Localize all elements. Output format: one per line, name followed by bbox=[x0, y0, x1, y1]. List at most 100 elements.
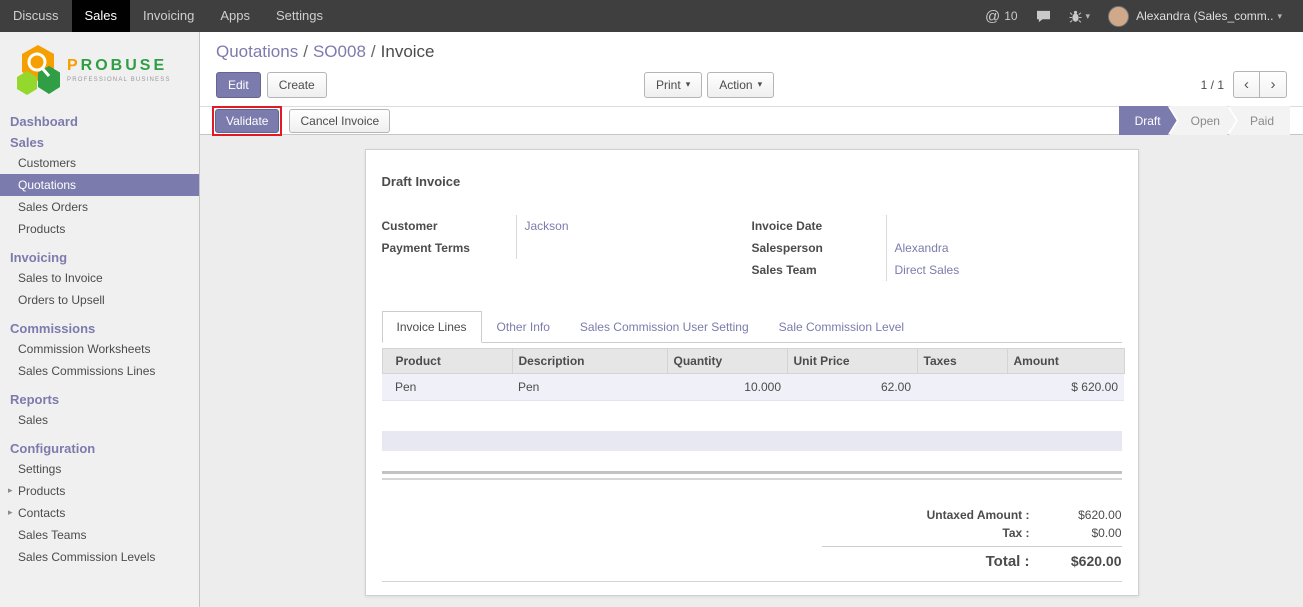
untaxed-amount-label: Untaxed Amount : bbox=[927, 508, 1030, 522]
sidebar-item-config-products[interactable]: ▸ Products bbox=[0, 480, 199, 502]
column-header-unit-price[interactable]: Unit Price bbox=[787, 349, 917, 374]
logo-subtitle: PROFESSIONAL BUSINESS bbox=[67, 77, 171, 83]
sidebar-item-sales-teams[interactable]: Sales Teams bbox=[0, 524, 199, 546]
main-area: Quotations/SO008/Invoice Edit Create Pri… bbox=[200, 32, 1303, 607]
chevron-down-icon: ▾ bbox=[758, 79, 763, 90]
chevron-left-icon: ‹ bbox=[1244, 76, 1249, 93]
invoice-sheet: Draft Invoice Customer Jackson Payment T… bbox=[365, 149, 1139, 596]
sidebar-item-orders-to-upsell[interactable]: Orders to Upsell bbox=[0, 289, 199, 311]
probuse-logo-icon bbox=[16, 44, 60, 96]
logo-title: PROBUSE bbox=[67, 57, 171, 75]
sidebar-item-label: Products bbox=[18, 484, 65, 498]
sidebar-item-sales-commission-levels[interactable]: Sales Commission Levels bbox=[0, 546, 199, 568]
edit-button[interactable]: Edit bbox=[216, 72, 261, 98]
sidebar-item-quotations[interactable]: Quotations bbox=[0, 174, 199, 196]
table-row[interactable]: Pen Pen 10.000 62.00 $ 620.00 bbox=[382, 374, 1124, 401]
column-header-taxes[interactable]: Taxes bbox=[917, 349, 1007, 374]
sidebar-section-sales: Sales Customers Quotations Sales Orders … bbox=[0, 133, 199, 240]
sidebar-item-config-settings[interactable]: Settings bbox=[0, 458, 199, 480]
breadcrumb-separator: / bbox=[298, 42, 313, 61]
sidebar-item-config-contacts[interactable]: ▸ Contacts bbox=[0, 502, 199, 524]
invoice-lines-table: Product Description Quantity Unit Price … bbox=[382, 348, 1125, 401]
menu-apps[interactable]: Apps bbox=[207, 0, 263, 32]
breadcrumb-so008[interactable]: SO008 bbox=[313, 42, 366, 61]
status-paid[interactable]: Paid bbox=[1229, 106, 1290, 135]
cell-taxes bbox=[917, 374, 1007, 401]
breadcrumb: Quotations/SO008/Invoice bbox=[216, 42, 1287, 62]
chat-bubble-icon bbox=[1036, 10, 1051, 23]
tax-label: Tax : bbox=[1002, 526, 1029, 540]
menu-invoicing[interactable]: Invoicing bbox=[130, 0, 207, 32]
total-label: Total : bbox=[986, 553, 1030, 570]
debug-menu-button[interactable]: ▾ bbox=[1060, 10, 1100, 23]
sidebar-item-sales-to-invoice[interactable]: Sales to Invoice bbox=[0, 267, 199, 289]
sidebar-item-sales-commissions-lines[interactable]: Sales Commissions Lines bbox=[0, 360, 199, 382]
field-invoice-date: Invoice Date bbox=[752, 215, 1122, 237]
messages-button[interactable] bbox=[1027, 10, 1060, 23]
breadcrumb-quotations[interactable]: Quotations bbox=[216, 42, 298, 61]
tab-other-info[interactable]: Other Info bbox=[482, 311, 565, 343]
tab-sale-commission-level[interactable]: Sale Commission Level bbox=[764, 311, 919, 343]
customer-label: Customer bbox=[382, 215, 517, 237]
menu-sales[interactable]: Sales bbox=[72, 0, 131, 32]
sidebar-item-sales-orders[interactable]: Sales Orders bbox=[0, 196, 199, 218]
pager: ‹ › bbox=[1233, 71, 1287, 98]
sidebar-item-configuration[interactable]: Configuration bbox=[0, 439, 199, 458]
invoice-date-value[interactable] bbox=[887, 215, 895, 237]
mention-at-icon: @ bbox=[985, 8, 1000, 25]
cancel-invoice-button[interactable]: Cancel Invoice bbox=[289, 109, 390, 133]
expand-arrow-icon[interactable]: ▸ bbox=[8, 485, 13, 496]
action-dropdown[interactable]: Action ▾ bbox=[707, 72, 774, 98]
print-dropdown[interactable]: Print ▾ bbox=[644, 72, 702, 98]
create-button[interactable]: Create bbox=[267, 72, 327, 98]
chevron-down-icon: ▾ bbox=[1086, 11, 1091, 22]
salesperson-value[interactable]: Alexandra bbox=[887, 237, 949, 259]
field-salesperson: Salesperson Alexandra bbox=[752, 237, 1122, 259]
column-header-quantity[interactable]: Quantity bbox=[667, 349, 787, 374]
pager-next-button[interactable]: › bbox=[1260, 71, 1287, 98]
column-header-amount[interactable]: Amount bbox=[1007, 349, 1124, 374]
customer-value[interactable]: Jackson bbox=[517, 215, 569, 237]
total-value: $620.00 bbox=[1030, 553, 1122, 569]
untaxed-amount-row: Untaxed Amount : $620.00 bbox=[822, 506, 1122, 524]
tax-value: $0.00 bbox=[1030, 526, 1122, 540]
sidebar-item-sales[interactable]: Sales bbox=[0, 133, 199, 152]
user-menu[interactable]: Alexandra (Sales_comm.. ▾ bbox=[1099, 6, 1291, 27]
untaxed-amount-value: $620.00 bbox=[1030, 508, 1122, 522]
salesperson-label: Salesperson bbox=[752, 237, 887, 259]
tab-sales-commission-user-setting[interactable]: Sales Commission User Setting bbox=[565, 311, 764, 343]
column-header-product[interactable]: Product bbox=[382, 349, 512, 374]
sidebar-item-commissions[interactable]: Commissions bbox=[0, 319, 199, 338]
validate-button[interactable]: Validate bbox=[215, 109, 279, 133]
control-panel-buttons: Edit Create Print ▾ Action ▾ 1 / 1 ‹ › bbox=[216, 71, 1287, 98]
sidebar-item-products[interactable]: Products bbox=[0, 218, 199, 240]
expand-arrow-icon[interactable]: ▸ bbox=[8, 507, 13, 518]
sidebar-item-dashboard[interactable]: Dashboard bbox=[0, 112, 199, 131]
tab-invoice-lines[interactable]: Invoice Lines bbox=[382, 311, 482, 343]
bug-icon bbox=[1069, 10, 1082, 23]
status-open[interactable]: Open bbox=[1170, 106, 1236, 135]
tax-row: Tax : $0.00 bbox=[822, 524, 1122, 542]
top-menu: Discuss Sales Invoicing Apps Settings bbox=[0, 0, 336, 32]
sales-team-value[interactable]: Direct Sales bbox=[887, 259, 960, 281]
action-label: Action bbox=[719, 78, 752, 92]
payment-terms-value[interactable] bbox=[517, 237, 525, 259]
user-name: Alexandra (Sales_comm.. bbox=[1136, 9, 1273, 23]
table-header-row: Product Description Quantity Unit Price … bbox=[382, 349, 1124, 374]
sidebar-item-reports-sales[interactable]: Sales bbox=[0, 409, 199, 431]
sidebar-item-commission-worksheets[interactable]: Commission Worksheets bbox=[0, 338, 199, 360]
status-draft[interactable]: Draft bbox=[1119, 106, 1177, 135]
sidebar-item-reports[interactable]: Reports bbox=[0, 390, 199, 409]
form-view-area: Draft Invoice Customer Jackson Payment T… bbox=[200, 135, 1303, 607]
notebook-tabs: Invoice Lines Other Info Sales Commissio… bbox=[382, 311, 1122, 343]
menu-settings[interactable]: Settings bbox=[263, 0, 336, 32]
app-logo[interactable]: PROBUSE PROFESSIONAL BUSINESS bbox=[0, 32, 199, 104]
menu-discuss[interactable]: Discuss bbox=[0, 0, 72, 32]
sidebar-item-label: Contacts bbox=[18, 506, 65, 520]
sidebar-item-invoicing[interactable]: Invoicing bbox=[0, 248, 199, 267]
sidebar-item-customers[interactable]: Customers bbox=[0, 152, 199, 174]
mentions-button[interactable]: @ 10 bbox=[976, 8, 1027, 25]
cell-description: Pen bbox=[512, 374, 667, 401]
pager-previous-button[interactable]: ‹ bbox=[1233, 71, 1260, 98]
column-header-description[interactable]: Description bbox=[512, 349, 667, 374]
